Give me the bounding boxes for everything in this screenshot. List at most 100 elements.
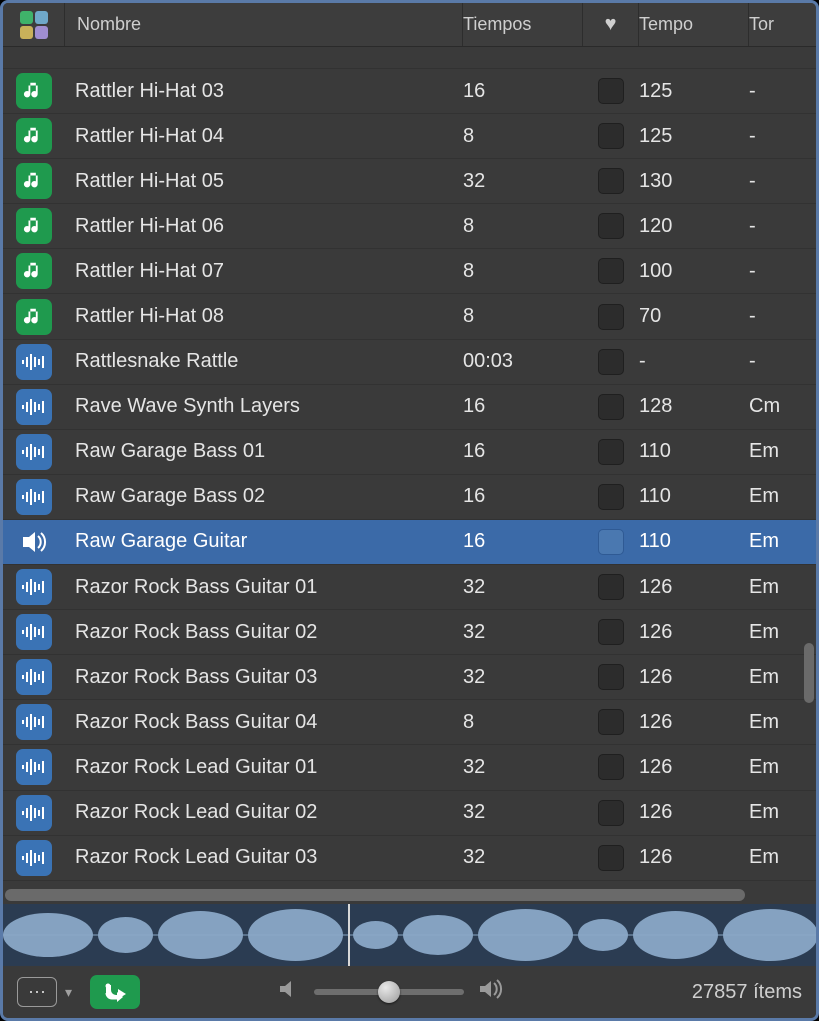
favorite-cell — [583, 791, 639, 835]
heart-icon: ♥ — [605, 13, 617, 36]
favorite-checkbox[interactable] — [598, 845, 624, 871]
favorite-checkbox[interactable] — [598, 123, 624, 149]
favorite-checkbox[interactable] — [598, 754, 624, 780]
list-item[interactable]: Razor Rock Bass Guitar 0332126Em — [3, 655, 816, 700]
volume-slider[interactable] — [314, 989, 464, 995]
list-item[interactable]: Razor Rock Bass Guitar 0132126Em — [3, 565, 816, 610]
favorite-checkbox[interactable] — [598, 529, 624, 555]
list-item[interactable]: Rattlesnake Rattle00:03-- — [3, 340, 816, 385]
loop-tempo: 120 — [639, 204, 749, 248]
loop-name: Rattler Hi-Hat 06 — [65, 204, 463, 248]
loop-beats: 8 — [463, 294, 583, 338]
waveform-preview[interactable] — [3, 904, 816, 966]
loop-name: Razor Rock Lead Guitar 01 — [65, 745, 463, 789]
loop-beats — [463, 47, 583, 68]
loop-name: Raw Garage Bass 02 — [65, 475, 463, 519]
loop-tempo: 126 — [639, 836, 749, 880]
loop-tempo — [639, 47, 749, 68]
loop-key — [749, 47, 816, 68]
column-header-favorite[interactable]: ♥ — [583, 3, 639, 46]
favorite-cell — [583, 700, 639, 744]
list-item[interactable]: Razor Rock Bass Guitar 048126Em — [3, 700, 816, 745]
loop-key: - — [749, 114, 816, 158]
horizontal-scrollbar[interactable] — [3, 886, 816, 904]
more-options-button[interactable]: ⋯ — [17, 977, 57, 1007]
list-item[interactable]: Rattler Hi-Hat 08870- — [3, 294, 816, 339]
column-header-key[interactable]: Tor — [749, 3, 816, 46]
list-item[interactable]: Rattler Hi-Hat 0532130- — [3, 159, 816, 204]
list-item[interactable]: Razor Rock Lead Guitar 0232126Em — [3, 791, 816, 836]
list-item[interactable]: Razor Rock Lead Guitar 0332126Em — [3, 836, 816, 881]
ellipsis-icon: ⋯ — [28, 982, 46, 1003]
loop-key: Em — [749, 745, 816, 789]
list-item[interactable]: Raw Garage Guitar16110Em — [3, 520, 816, 565]
favorite-cell — [583, 745, 639, 789]
loop-list[interactable]: Rattler Hi-Hat 0316125-Rattler Hi-Hat 04… — [3, 47, 816, 886]
loop-tempo: 126 — [639, 791, 749, 835]
favorite-checkbox[interactable] — [598, 349, 624, 375]
category-browser-button[interactable] — [3, 3, 65, 46]
list-item[interactable]: Rattler Hi-Hat 078100- — [3, 249, 816, 294]
list-item[interactable]: Rattler Hi-Hat 048125- — [3, 114, 816, 159]
list-item[interactable]: Raw Garage Bass 0116110Em — [3, 430, 816, 475]
favorite-checkbox[interactable] — [598, 168, 624, 194]
favorite-cell — [583, 520, 639, 564]
favorite-checkbox[interactable] — [598, 574, 624, 600]
loop-name: Razor Rock Bass Guitar 01 — [65, 565, 463, 609]
loop-beats: 8 — [463, 700, 583, 744]
favorite-checkbox[interactable] — [598, 664, 624, 690]
favorite-checkbox[interactable] — [598, 304, 624, 330]
loop-beats: 32 — [463, 745, 583, 789]
playing-speaker-icon — [21, 531, 47, 553]
preview-play-button[interactable] — [90, 975, 140, 1009]
favorite-checkbox[interactable] — [598, 78, 624, 104]
loop-type-icon-cell — [3, 47, 65, 68]
loop-tempo: 100 — [639, 249, 749, 293]
loop-name: Rattlesnake Rattle — [65, 340, 463, 384]
list-item[interactable]: Rave Wave Synth Layers16128Cm — [3, 385, 816, 430]
favorite-checkbox[interactable] — [598, 439, 624, 465]
midi-loop-icon — [16, 299, 52, 335]
list-item[interactable] — [3, 47, 816, 69]
favorite-checkbox[interactable] — [598, 619, 624, 645]
list-item[interactable]: Rattler Hi-Hat 068120- — [3, 204, 816, 249]
volume-slider-knob[interactable] — [378, 981, 400, 1003]
chevron-down-icon[interactable]: ▾ — [65, 984, 72, 1001]
loop-key: - — [749, 159, 816, 203]
loop-tempo: 110 — [639, 520, 749, 564]
favorite-checkbox[interactable] — [598, 800, 624, 826]
vertical-scroll-thumb[interactable] — [804, 643, 814, 703]
loop-key: Em — [749, 565, 816, 609]
favorite-cell — [583, 475, 639, 519]
loop-name: Raw Garage Guitar — [65, 520, 463, 564]
list-item[interactable]: Razor Rock Lead Guitar 0132126Em — [3, 745, 816, 790]
favorite-checkbox[interactable] — [598, 394, 624, 420]
favorite-checkbox[interactable] — [598, 484, 624, 510]
loop-name: Razor Rock Lead Guitar 03 — [65, 836, 463, 880]
column-header-name[interactable]: Nombre — [65, 3, 463, 46]
column-header-tempo[interactable]: Tempo — [639, 3, 749, 46]
list-item[interactable]: Raw Garage Bass 0216110Em — [3, 475, 816, 520]
favorite-checkbox[interactable] — [598, 258, 624, 284]
column-header-tiempos[interactable]: Tiempos — [463, 3, 583, 46]
loop-key: - — [749, 69, 816, 113]
playhead[interactable] — [348, 904, 350, 966]
loop-name: Rattler Hi-Hat 07 — [65, 249, 463, 293]
favorite-cell — [583, 47, 639, 68]
loop-beats: 32 — [463, 159, 583, 203]
favorite-cell — [583, 204, 639, 248]
midi-loop-icon — [16, 163, 52, 199]
loop-name: Razor Rock Bass Guitar 04 — [65, 700, 463, 744]
loop-tempo: 126 — [639, 655, 749, 699]
list-item[interactable]: Rattler Hi-Hat 0316125- — [3, 69, 816, 114]
favorite-cell — [583, 340, 639, 384]
loop-key: Cm — [749, 385, 816, 429]
midi-loop-icon — [16, 73, 52, 109]
loop-name: Razor Rock Bass Guitar 03 — [65, 655, 463, 699]
loop-tempo: 128 — [639, 385, 749, 429]
list-item[interactable]: Razor Rock Bass Guitar 0232126Em — [3, 610, 816, 655]
favorite-checkbox[interactable] — [598, 709, 624, 735]
loop-key: Em — [749, 791, 816, 835]
horizontal-scroll-thumb[interactable] — [5, 889, 745, 901]
favorite-checkbox[interactable] — [598, 213, 624, 239]
